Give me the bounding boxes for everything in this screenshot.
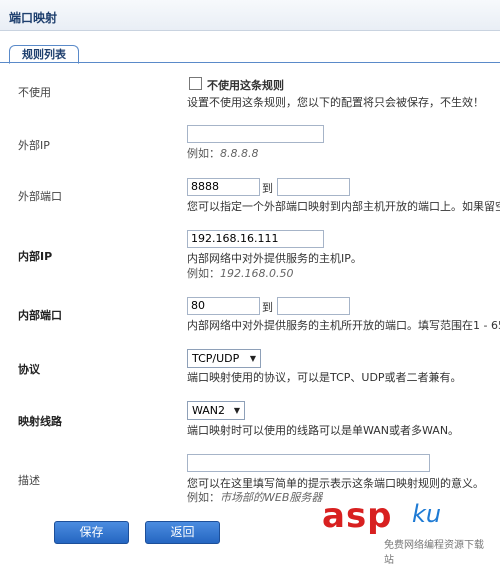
external-ip-example: 例如：8.8.8.8: [187, 145, 258, 161]
tab-divider: [0, 62, 500, 63]
chevron-down-icon: ▼: [249, 354, 256, 363]
description-label: 描述: [18, 474, 40, 487]
protocol-selected-value: TCP/UDP: [192, 352, 240, 365]
internal-port-label: 内部端口: [18, 309, 62, 322]
watermark-brand-b: ku: [412, 500, 442, 528]
disable-rule-checkbox[interactable]: [189, 77, 202, 90]
example-prefix: 例如：: [187, 267, 220, 280]
external-port-label: 外部端口: [18, 190, 62, 203]
watermark-subtitle: 免费网络编程资源下载站: [384, 540, 484, 566]
disable-label: 不使用: [18, 86, 51, 99]
disable-hint: 设置不使用这条规则，您以下的配置将只会被保存，不生效！: [187, 96, 484, 109]
watermark-brand-a: asp: [322, 496, 393, 536]
external-ip-label: 外部IP: [18, 139, 50, 152]
internal-ip-input[interactable]: 192.168.16.111: [187, 230, 324, 248]
description-input[interactable]: [187, 454, 430, 472]
external-port-to-input[interactable]: [277, 178, 350, 196]
protocol-select[interactable]: TCP/UDP ▼: [187, 349, 261, 368]
external-port-from-input[interactable]: 8888: [187, 178, 260, 196]
external-port-to-label: 到: [262, 182, 273, 195]
internal-port-from-input[interactable]: 80: [187, 297, 260, 315]
protocol-hint: 端口映射使用的协议，可以是TCP、UDP或者二者兼有。: [187, 371, 462, 384]
internal-ip-label: 内部IP: [18, 250, 53, 263]
internal-port-to-input[interactable]: [277, 297, 350, 315]
internal-ip-hint: 内部网络中对外提供服务的主机IP。: [187, 252, 362, 265]
chevron-down-icon: ▼: [233, 406, 240, 415]
route-select[interactable]: WAN2 ▼: [187, 401, 245, 420]
route-label: 映射线路: [18, 415, 62, 428]
internal-port-to-label: 到: [262, 301, 273, 314]
description-example: 例如：市场部的WEB服务器: [187, 489, 322, 505]
internal-ip-example: 例如：192.168.0.50: [187, 265, 293, 281]
protocol-label: 协议: [18, 363, 40, 376]
internal-port-hint: 内部网络中对外提供服务的主机所开放的端口。填写范围在1 - 655: [187, 319, 500, 332]
example-prefix: 例如：: [187, 491, 220, 504]
watermark-logo: asp ku 免费网络编程资源下载站: [322, 496, 492, 566]
route-hint: 端口映射时可以使用的线路可以是单WAN或者多WAN。: [187, 424, 460, 437]
example-value: 市场部的WEB服务器: [220, 491, 323, 504]
example-value: 192.168.0.50: [220, 267, 294, 280]
external-ip-input[interactable]: [187, 125, 324, 143]
save-button[interactable]: 保存: [54, 521, 129, 544]
page-title: 端口映射: [9, 11, 58, 25]
route-selected-value: WAN2: [192, 404, 226, 417]
back-button[interactable]: 返回: [145, 521, 220, 544]
disable-checkbox-label: 不使用这条规则: [207, 79, 284, 92]
external-port-hint: 您可以指定一个外部端口映射到内部主机开放的端口上。如果留空: [187, 200, 500, 213]
example-value: 8.8.8.8: [220, 147, 259, 160]
page-header: 端口映射: [0, 0, 500, 31]
example-prefix: 例如：: [187, 147, 220, 160]
